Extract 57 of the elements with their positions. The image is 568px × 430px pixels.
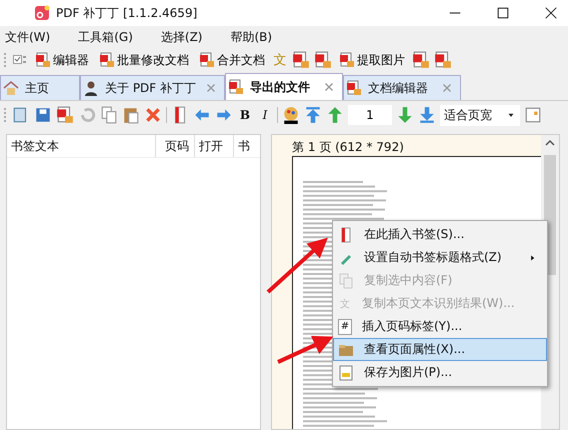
column-header[interactable]: 书	[234, 135, 252, 157]
document-icon	[99, 52, 115, 68]
column-header[interactable]: 书签文本	[7, 135, 156, 157]
document-icon	[339, 52, 355, 68]
delete-icon[interactable]	[144, 106, 162, 124]
copy-icon[interactable]	[100, 106, 118, 124]
person-icon	[83, 80, 99, 96]
window-title: PDF 补丁丁 [1.1.2.4659]	[56, 4, 198, 22]
tab[interactable]: 关于 PDF 补丁丁	[80, 75, 225, 100]
page-label: 第 1 页 (612 * 792)	[292, 139, 404, 154]
page-number-field[interactable]: 1	[348, 105, 392, 125]
house-icon	[3, 80, 19, 96]
palette-icon[interactable]	[282, 106, 300, 124]
paste-icon[interactable]	[122, 106, 140, 124]
tab[interactable]: 主页	[0, 75, 80, 100]
document-icon	[228, 79, 244, 95]
toolbar-button[interactable]: 合并文档	[196, 52, 268, 68]
book-icon[interactable]	[524, 106, 542, 124]
bottom-arrow-icon[interactable]	[418, 106, 436, 124]
menu-item[interactable]: 保存为图片(P)...	[333, 361, 547, 384]
app-logo-icon	[34, 5, 50, 21]
maximize-icon[interactable]	[496, 6, 510, 20]
annotation-arrow	[266, 238, 328, 294]
close-icon[interactable]	[544, 6, 558, 20]
column-header[interactable]: 页码	[156, 135, 195, 157]
document-icon	[346, 80, 362, 96]
menu-item[interactable]: 选择(Z)	[158, 28, 212, 46]
tab[interactable]: 文档编辑器	[343, 75, 461, 100]
document-icon[interactable]	[292, 51, 310, 69]
up-arrow-icon[interactable]	[326, 106, 344, 124]
document-icon[interactable]	[314, 51, 332, 69]
menu-item[interactable]: 在此插入书签(S)...	[333, 223, 547, 246]
save-icon[interactable]	[34, 106, 52, 124]
image-icon	[338, 364, 354, 380]
menu-item[interactable]: 文件(W)	[2, 28, 60, 46]
zoom-dropdown[interactable]: 适合页宽	[440, 104, 520, 126]
italic-button[interactable]: I	[257, 107, 273, 123]
bold-button[interactable]: B	[237, 107, 253, 123]
menu-item[interactable]: 查看页面属性(X)...	[333, 338, 547, 361]
document-icon	[35, 52, 51, 68]
document-icon[interactable]	[56, 106, 74, 124]
toolbar-button[interactable]: 编辑器	[32, 52, 92, 68]
annotation-arrow	[277, 336, 334, 364]
document-icon[interactable]	[412, 51, 430, 69]
menu-item[interactable]: 设置自动书签标题格式(Z)	[333, 246, 547, 269]
column-header[interactable]: 打开	[195, 135, 234, 157]
character-icon: #	[338, 318, 352, 334]
menu-item[interactable]: 工具箱(G)	[75, 28, 143, 46]
tab[interactable]: 导出的文件	[225, 73, 343, 100]
document-icon	[199, 52, 215, 68]
document-icon[interactable]	[434, 51, 452, 69]
copy-icon	[338, 272, 354, 288]
menu-item[interactable]: 帮助(B)	[228, 28, 282, 46]
toolbar-button[interactable]: 提取图片	[336, 52, 408, 68]
down-arrow-icon[interactable]	[396, 106, 414, 124]
toolbar-button[interactable]: 批量修改文档	[96, 52, 192, 68]
menu-item[interactable]: # 插入页码标签(Y)...	[333, 315, 547, 338]
